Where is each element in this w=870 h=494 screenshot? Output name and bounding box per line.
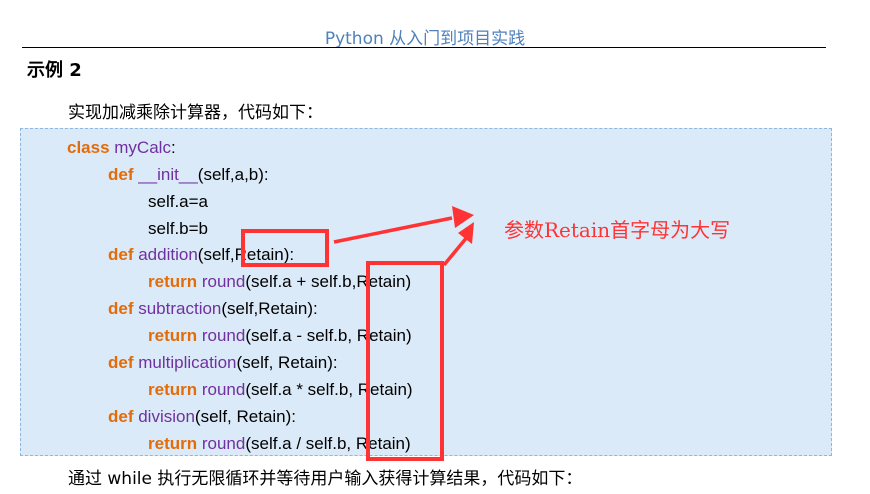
- annotation-arrows: [333, 206, 474, 267]
- outro-paragraph: 通过 while 执行无限循环并等待用户输入获得计算结果，代码如下：: [68, 469, 583, 489]
- arrow-to-param: [333, 216, 453, 244]
- annotation-label: 参数Retain首字母为大写: [504, 218, 731, 242]
- arrow-to-args: [442, 234, 470, 267]
